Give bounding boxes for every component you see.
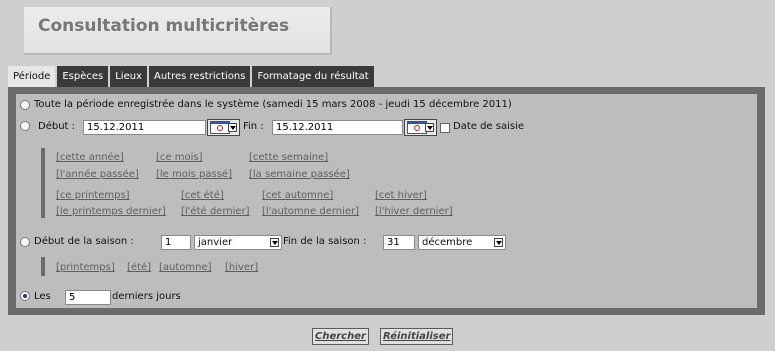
fin-calendar-button[interactable] (404, 119, 437, 136)
tab-autres-restrictions[interactable]: Autres restrictions (149, 66, 251, 87)
link-automne-dernier[interactable]: [l'automne dernier] (262, 206, 359, 217)
link-cette-annee[interactable]: [cette année] (56, 152, 124, 163)
link-automne[interactable]: [automne] (159, 262, 212, 273)
page-title: Consultation multicritères (38, 16, 290, 36)
saison-debut-day-input[interactable]: 1 (161, 235, 191, 250)
tab-lieux[interactable]: Lieux (110, 66, 147, 87)
periode-form: Toute la période enregistrée dans le sys… (16, 94, 757, 308)
calendar-icon (210, 121, 230, 134)
derniers-jours-label: derniers jours (112, 291, 181, 302)
tab-especes[interactable]: Espèces (57, 66, 109, 87)
link-ete-dernier[interactable]: [l'été dernier] (181, 206, 250, 217)
saison-debut-label: Début de la saison : (34, 236, 134, 247)
saison-fin-month-select[interactable]: décembre (418, 235, 506, 250)
date-saisie-checkbox[interactable] (440, 123, 450, 133)
link-mois-passe[interactable]: [le mois passé] (156, 169, 232, 180)
saison-fin-month-value: décembre (422, 237, 473, 248)
toute-periode-label: Toute la période enregistrée dans le sys… (34, 99, 512, 110)
saison-fin-label: Fin de la saison : (283, 236, 367, 247)
tab-formatage-resultat[interactable]: Formatage du résultat (252, 66, 374, 87)
tab-periode[interactable]: Période (8, 66, 56, 87)
saison-fin-day-input[interactable]: 31 (383, 235, 415, 250)
chevron-down-icon (270, 238, 279, 247)
calendar-icon (407, 121, 427, 134)
link-semaine-passee[interactable]: [la semaine passée] (249, 169, 350, 180)
radio-debut-fin[interactable] (20, 121, 30, 131)
debut-date-input[interactable]: 15.12.2011 (83, 120, 206, 135)
search-button[interactable]: Chercher (312, 328, 369, 345)
link-hiver[interactable]: [hiver] (225, 262, 258, 273)
chevron-down-icon (425, 123, 434, 132)
periode-panel: Toute la période enregistrée dans le sys… (8, 87, 765, 315)
link-cet-automne[interactable]: [cet automne] (262, 190, 333, 201)
link-annee-passee[interactable]: [l'année passée] (56, 169, 139, 180)
link-ete[interactable]: [été] (127, 262, 151, 273)
link-printemps-dernier[interactable]: [le printemps dernier] (56, 206, 166, 217)
debut-calendar-button[interactable] (207, 119, 240, 136)
debut-label: Début : (38, 121, 76, 132)
chevron-down-icon (228, 123, 237, 132)
link-ce-mois[interactable]: [ce mois] (156, 152, 202, 163)
link-cet-hiver[interactable]: [cet hiver] (375, 190, 427, 201)
fin-label: Fin : (243, 121, 264, 132)
link-ce-printemps[interactable]: [ce printemps] (56, 190, 130, 201)
link-printemps[interactable]: [printemps] (56, 262, 115, 273)
title-box: Consultation multicritères (24, 7, 332, 55)
date-saisie-label: Date de saisie (453, 121, 525, 132)
fin-date-input[interactable]: 15.12.2011 (272, 120, 403, 135)
les-label: Les (34, 291, 51, 302)
season-links-group (41, 257, 45, 276)
radio-derniers-jours[interactable] (20, 291, 30, 301)
radio-saison[interactable] (20, 237, 30, 247)
derniers-jours-input[interactable]: 5 (65, 290, 111, 305)
link-hiver-dernier[interactable]: [l'hiver dernier] (375, 206, 453, 217)
chevron-down-icon (494, 238, 503, 247)
reset-button[interactable]: Réinitialiser (380, 328, 454, 345)
link-cet-ete[interactable]: [cet été] (181, 190, 224, 201)
link-cette-semaine[interactable]: [cette semaine] (249, 152, 328, 163)
radio-toute-periode[interactable] (20, 100, 30, 110)
quick-links-group (41, 148, 45, 218)
saison-debut-month-value: janvier (198, 237, 233, 248)
tab-bar: Période Espèces Lieux Autres restriction… (8, 66, 376, 87)
saison-debut-month-select[interactable]: janvier (194, 235, 282, 250)
